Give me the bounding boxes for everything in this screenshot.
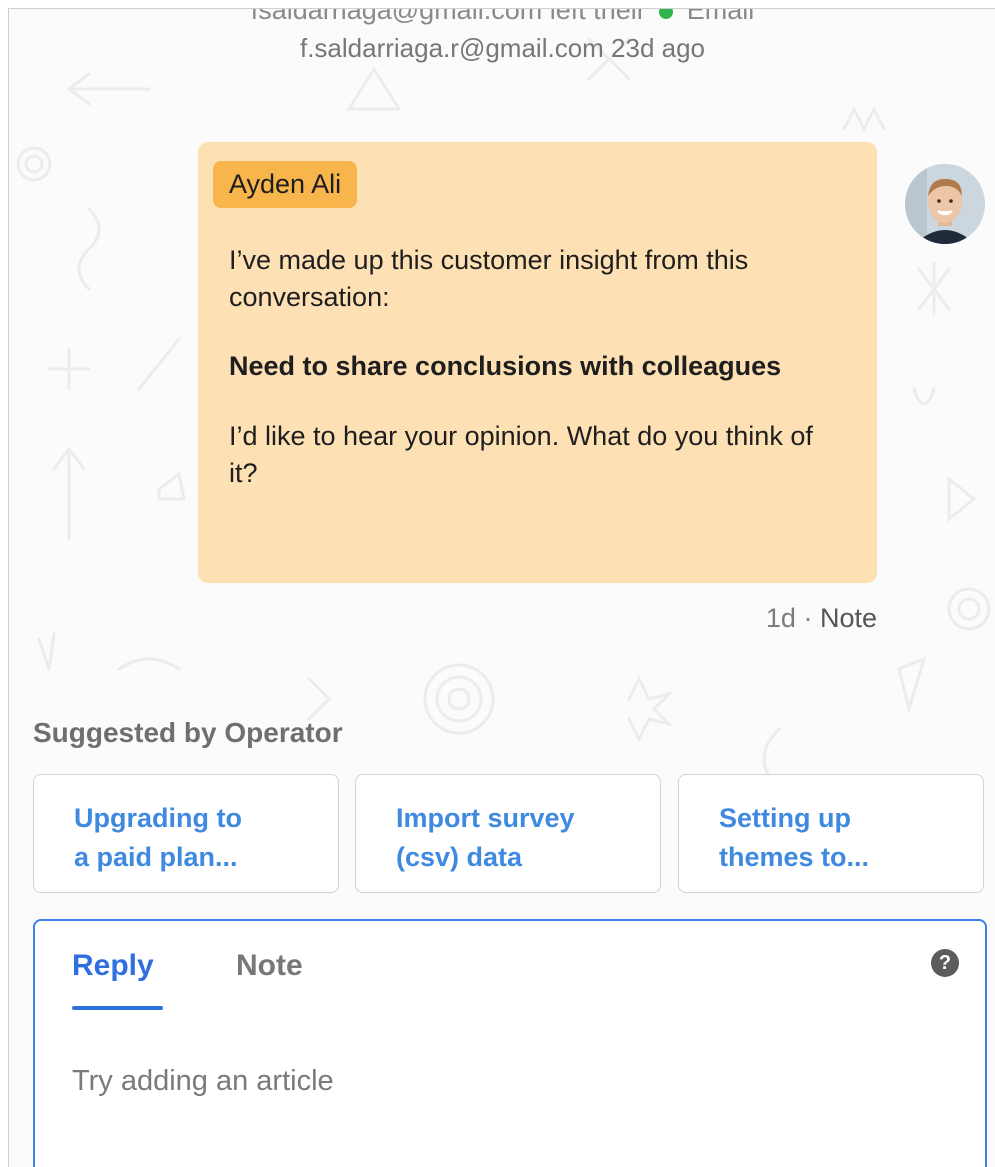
suggestion-line-2: (csv) data — [396, 842, 523, 872]
note-time: 1d — [765, 603, 796, 633]
tab-note[interactable]: Note — [236, 949, 303, 983]
note-paragraph-1: I’ve made up this customer insight from … — [229, 245, 749, 312]
separator: · — [795, 603, 820, 633]
suggestion-themes-button[interactable]: Setting up themes to... — [678, 774, 984, 893]
suggestion-line-1: Import survey — [396, 803, 575, 833]
note-timestamp: 1d · Note — [698, 603, 877, 634]
email-channel-dot — [659, 9, 674, 19]
avatar-photo-icon — [905, 164, 985, 244]
suggestions-heading: Suggested by Operator — [33, 717, 343, 748]
suggestion-import-survey-button[interactable]: Import survey (csv) data — [355, 774, 661, 893]
avatar[interactable] — [905, 164, 985, 244]
previous-message-text: fsaldarriaga@gmail.com left their — [250, 8, 646, 25]
author-tag: Ayden Ali — [213, 161, 358, 208]
help-icon[interactable]: ? — [931, 949, 959, 977]
suggestion-upgrading-button[interactable]: Upgrading to a paid plan... — [33, 774, 339, 893]
channel-label: Email — [686, 8, 755, 25]
suggestion-line-2: themes to... — [719, 842, 870, 872]
previous-message-meta: f.saldarriaga.r@gmail.com 23d ago — [299, 33, 706, 63]
previous-message-line: fsaldarriaga@gmail.com left their Email — [9, 8, 995, 26]
suggestion-line-2: a paid plan... — [74, 842, 238, 872]
note-paragraph-3: I’d like to hear your opinion. What do y… — [229, 421, 813, 488]
suggestion-line-1: Setting up — [719, 803, 851, 833]
conversation-pane: fsaldarriaga@gmail.com left their Email … — [8, 8, 995, 1167]
active-tab-indicator — [72, 1006, 163, 1010]
note-type-label: Note — [819, 603, 877, 633]
note-body: I’ve made up this customer insight from … — [213, 242, 862, 492]
insight-text: Need to share conclusions with colleague… — [229, 351, 782, 381]
reply-input[interactable]: Try adding an article — [72, 1065, 334, 1098]
suggestion-line-1: Upgrading to — [74, 803, 242, 833]
tab-reply[interactable]: Reply — [72, 949, 154, 983]
note-bubble: Ayden Ali I’ve made up this customer ins… — [198, 142, 877, 583]
composer: Reply Note ? Try adding an article — [33, 919, 987, 1167]
